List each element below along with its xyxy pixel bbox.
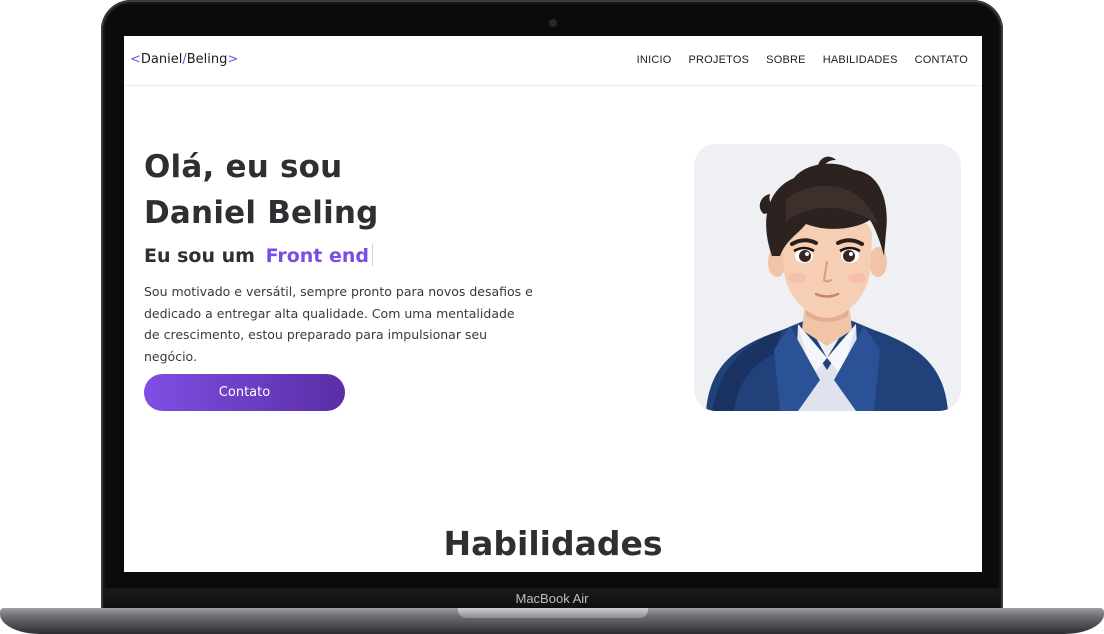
hero-description: Sou motivado e versátil, sempre pronto p… <box>144 284 533 364</box>
nav-link-sobre[interactable]: SOBRE <box>766 54 806 66</box>
subtitle-prefix: Eu sou um <box>144 245 255 267</box>
device-brand-label: MacBook Air <box>104 588 1000 610</box>
nav-link-projetos[interactable]: PROJETOS <box>688 54 749 66</box>
avatar-illustration <box>706 156 948 411</box>
logo-surname: Beling <box>186 52 228 67</box>
nav-menu: INICIO PROJETOS SOBRE HABILIDADES CONTAT… <box>637 54 968 66</box>
skills-section-title: Habilidades <box>443 524 663 563</box>
hero-title-line1: Olá, eu sou <box>144 149 343 185</box>
camera-icon <box>550 20 556 26</box>
laptop-notch <box>458 608 648 618</box>
logo-close-bracket: > <box>227 52 239 67</box>
logo-open-bracket: < <box>130 52 141 67</box>
site-logo[interactable]: <Daniel/Beling> <box>130 52 238 67</box>
hero-subtitle: Eu sou um Front end <box>144 244 374 267</box>
nav-link-habilidades[interactable]: HABILIDADES <box>823 54 898 66</box>
hero-title: Olá, eu sou Daniel Beling <box>144 144 379 236</box>
typed-role: Front end <box>265 245 370 267</box>
contact-button[interactable]: Contato <box>144 374 345 411</box>
navbar: <Daniel/Beling> INICIO PROJETOS SOBRE HA… <box>124 36 982 86</box>
nav-link-inicio[interactable]: INICIO <box>637 54 672 66</box>
typing-caret <box>372 244 374 266</box>
hero-title-line2: Daniel Beling <box>144 195 379 231</box>
nav-link-contato[interactable]: CONTATO <box>915 54 968 66</box>
logo-name: Daniel <box>140 52 183 67</box>
browser-viewport: <Daniel/Beling> INICIO PROJETOS SOBRE HA… <box>124 36 982 572</box>
avatar-card <box>694 144 961 411</box>
